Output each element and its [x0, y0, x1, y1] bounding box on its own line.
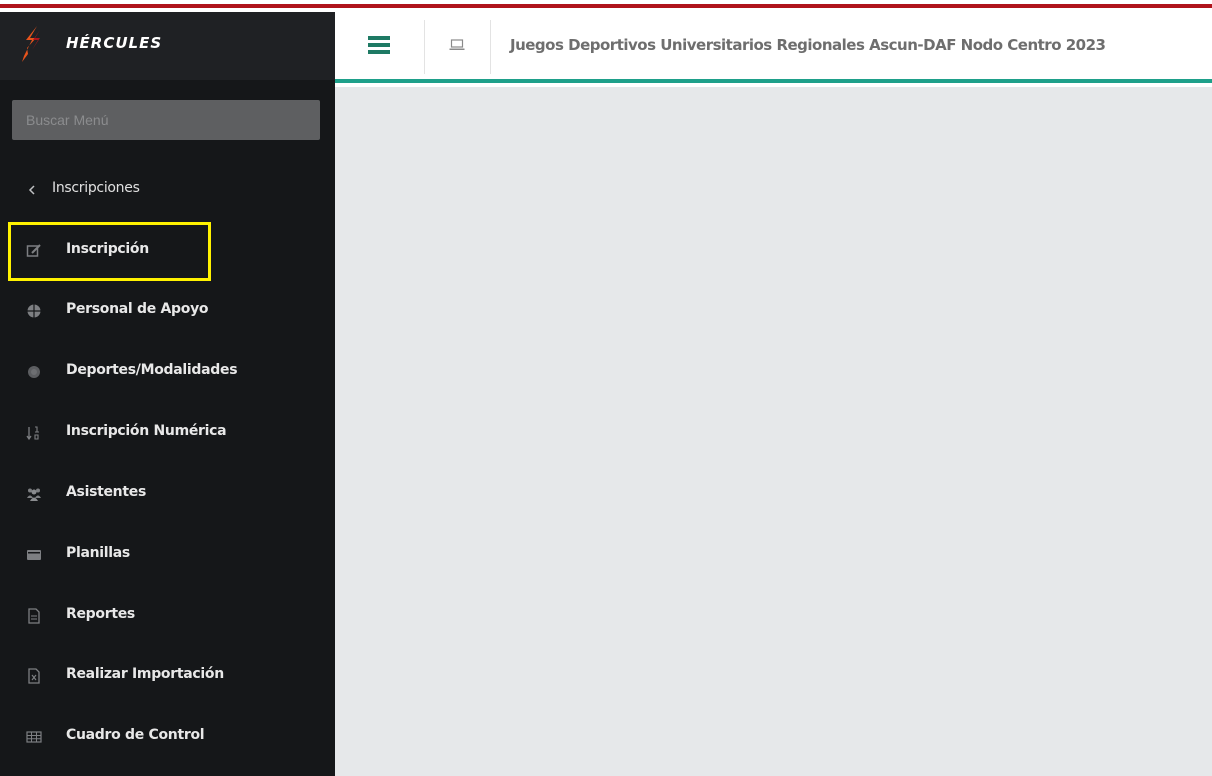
hercules-logo-icon: [22, 26, 40, 62]
header-divider: [490, 20, 491, 74]
brand-bar[interactable]: HÉRCULES: [0, 12, 335, 80]
sort-numeric-icon: [26, 426, 39, 441]
nav-item-label: Asistentes: [66, 484, 146, 500]
nav-item-label: Cuadro de Control: [66, 727, 205, 743]
nav-back-inscripciones[interactable]: Inscripciones: [0, 164, 335, 216]
credit-card-icon: [27, 550, 41, 560]
nav-item-planillas[interactable]: Planillas: [0, 529, 335, 581]
circle-icon: [28, 366, 40, 378]
nav-back-label: Inscripciones: [52, 180, 140, 196]
nav-item-asistentes[interactable]: Asistentes: [0, 468, 335, 520]
page-title: Juegos Deportivos Universitarios Regiona…: [510, 36, 1106, 54]
chevron-left-icon: [28, 185, 35, 195]
nav-item-label: Realizar Importación: [66, 666, 224, 682]
sidebar: HÉRCULES Inscripciones Inscripción Perso…: [0, 12, 335, 776]
users-icon: [27, 488, 41, 501]
globe-icon: [27, 304, 41, 318]
brand-name: HÉRCULES: [66, 34, 163, 52]
nav-item-inscripcion-numerica[interactable]: Inscripción Numérica: [0, 407, 335, 459]
nav-item-reportes[interactable]: Reportes: [0, 590, 335, 642]
top-header: Juegos Deportivos Universitarios Regiona…: [335, 12, 1212, 83]
nav-item-label: Reportes: [66, 606, 135, 622]
highlight-box: [8, 222, 211, 281]
top-accent-bar: [0, 0, 1212, 12]
nav-item-label: Deportes/Modalidades: [66, 362, 238, 378]
table-icon: [26, 731, 42, 743]
nav-item-cuadro-de-control[interactable]: Cuadro de Control: [0, 711, 335, 763]
nav-item-deportes-modalidades[interactable]: Deportes/Modalidades: [0, 346, 335, 398]
main-content: [335, 87, 1212, 776]
file-icon: [28, 608, 40, 624]
nav-item-label: Planillas: [66, 545, 130, 561]
file-excel-icon: [28, 668, 40, 684]
nav-item-label: Inscripción Numérica: [66, 423, 227, 439]
nav-item-label: Personal de Apoyo: [66, 301, 209, 317]
header-divider: [424, 20, 425, 74]
nav-item-personal-de-apoyo[interactable]: Personal de Apoyo: [0, 285, 335, 337]
nav-item-realizar-importacion[interactable]: Realizar Importación: [0, 650, 335, 702]
menu-search-input[interactable]: [12, 100, 320, 140]
laptop-icon: [449, 39, 465, 50]
hamburger-menu-icon[interactable]: [368, 36, 390, 54]
